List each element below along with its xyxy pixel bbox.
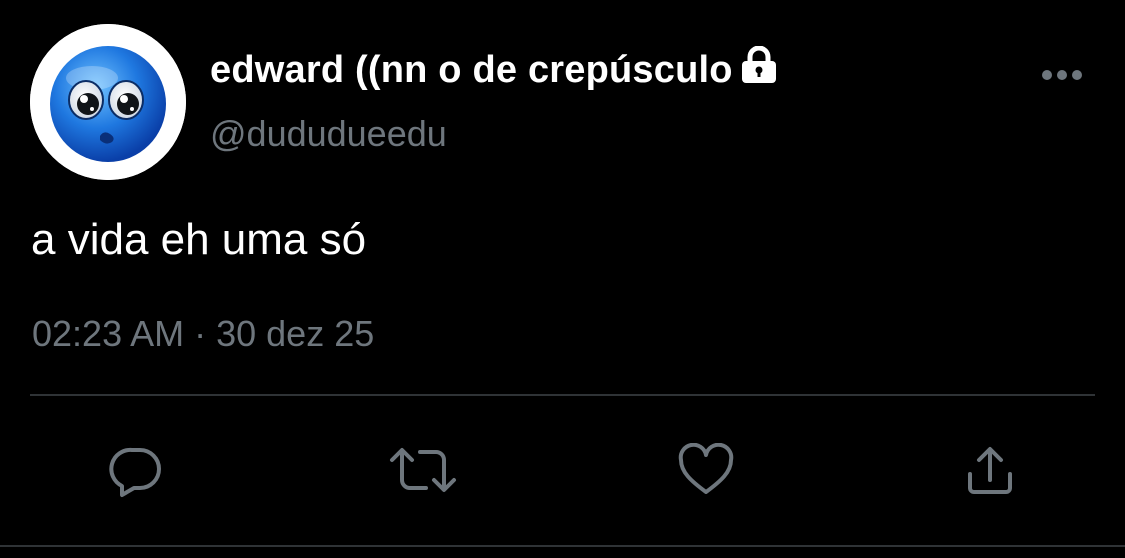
tweet-text: a vida eh uma só	[31, 215, 367, 264]
display-name-text: edward ((nn o de crepúsculo	[210, 49, 733, 91]
tweet-timestamp[interactable]: 02:23 AM · 30 dez 25	[32, 312, 374, 356]
divider	[30, 394, 1095, 396]
lock-icon	[739, 45, 779, 94]
more-horizontal-icon[interactable]	[1040, 66, 1084, 84]
user-handle[interactable]: @dududueedu	[210, 112, 447, 156]
display-name[interactable]: edward ((nn o de crepúsculo	[210, 45, 779, 94]
reply-bubble-icon	[109, 447, 161, 497]
tweet-card: edward ((nn o de crepúsculo @dududueedu …	[0, 0, 1125, 558]
bottom-divider	[0, 545, 1125, 547]
retweet-button[interactable]	[388, 440, 458, 500]
separator-dot: ·	[194, 313, 207, 354]
retweet-icon	[390, 448, 456, 492]
share-button[interactable]	[960, 440, 1020, 500]
heart-icon	[678, 443, 734, 494]
blue-emoji-face-icon	[30, 24, 186, 180]
share-upload-icon	[968, 447, 1012, 494]
tweet-date: 30 dez 25	[216, 313, 375, 354]
reply-button[interactable]	[106, 440, 166, 500]
tweet-time: 02:23 AM	[32, 313, 185, 354]
avatar[interactable]	[30, 24, 186, 180]
like-button[interactable]	[676, 440, 736, 500]
